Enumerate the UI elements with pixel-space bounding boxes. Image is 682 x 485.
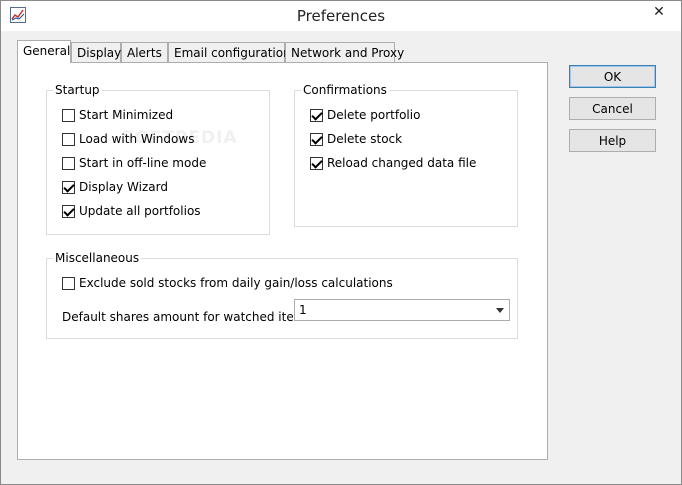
startup-group-label: Startup xyxy=(53,82,102,98)
miscellaneous-group-label: Miscellaneous xyxy=(53,250,142,266)
close-button[interactable]: ✕ xyxy=(641,1,677,23)
checkbox-box[interactable] xyxy=(62,156,75,170)
default-shares-label: Default shares amount for watched items: xyxy=(62,310,316,324)
checkbox-box[interactable] xyxy=(310,108,323,122)
checkbox-label: Start Minimized xyxy=(79,108,174,122)
general-tab-panel: Startup Start Minimized Load with Window… xyxy=(17,62,548,460)
update-all-portfolios-checkbox[interactable]: Update all portfolios xyxy=(62,203,201,219)
tab-email-configuration[interactable]: Email configuration xyxy=(168,42,291,62)
checkbox-label: Update all portfolios xyxy=(79,204,201,218)
tab-label: Alerts xyxy=(127,46,162,60)
confirmations-group-label: Confirmations xyxy=(301,82,389,98)
checkbox-box[interactable] xyxy=(62,108,75,122)
startup-group: Startup Start Minimized Load with Window… xyxy=(46,82,270,235)
checkbox-box[interactable] xyxy=(62,204,75,218)
miscellaneous-group: Miscellaneous Exclude sold stocks from d… xyxy=(46,250,518,339)
exclude-sold-stocks-checkbox[interactable]: Exclude sold stocks from daily gain/loss… xyxy=(62,275,393,291)
checkbox-label: Exclude sold stocks from daily gain/loss… xyxy=(79,276,393,290)
tab-label: Display xyxy=(77,46,122,60)
checkbox-label: Display Wizard xyxy=(79,180,168,194)
checkbox-label: Reload changed data file xyxy=(327,156,477,170)
help-button[interactable]: Help xyxy=(569,129,656,152)
checkbox-label: Start in off-line mode xyxy=(79,156,207,170)
checkbox-box[interactable] xyxy=(62,276,75,290)
delete-stock-checkbox[interactable]: Delete stock xyxy=(310,131,402,147)
default-shares-dropdown[interactable]: 1 xyxy=(294,299,510,321)
checkbox-label: Delete stock xyxy=(327,132,403,146)
close-icon: ✕ xyxy=(653,4,665,20)
checkbox-box[interactable] xyxy=(310,156,323,170)
start-minimized-checkbox[interactable]: Start Minimized xyxy=(62,107,173,123)
start-offline-mode-checkbox[interactable]: Start in off-line mode xyxy=(62,155,206,171)
load-with-windows-checkbox[interactable]: Load with Windows xyxy=(62,131,194,147)
chevron-down-icon[interactable] xyxy=(496,308,504,313)
display-wizard-checkbox[interactable]: Display Wizard xyxy=(62,179,168,195)
tab-network-and-proxy[interactable]: Network and Proxy xyxy=(285,42,404,62)
reload-changed-data-file-checkbox[interactable]: Reload changed data file xyxy=(310,155,476,171)
tab-label: Network and Proxy xyxy=(291,46,405,60)
delete-portfolio-checkbox[interactable]: Delete portfolio xyxy=(310,107,420,123)
preferences-window: Preferences ✕ General Display Alerts Ema… xyxy=(0,0,682,485)
confirmations-group: Confirmations Delete portfolio Delete st… xyxy=(294,82,518,227)
checkbox-box[interactable] xyxy=(62,180,75,194)
cancel-button[interactable]: Cancel xyxy=(569,97,656,120)
tab-display[interactable]: Display xyxy=(71,42,121,62)
checkbox-box[interactable] xyxy=(62,132,75,146)
checkbox-label: Load with Windows xyxy=(79,132,195,146)
checkbox-box[interactable] xyxy=(310,132,323,146)
tab-alerts[interactable]: Alerts xyxy=(121,42,168,62)
ok-button[interactable]: OK xyxy=(569,65,656,88)
tab-label: Email configuration xyxy=(174,46,291,60)
tab-general[interactable]: General xyxy=(17,40,71,63)
checkbox-label: Delete portfolio xyxy=(327,108,421,122)
title-bar[interactable]: Preferences ✕ xyxy=(1,1,681,31)
dropdown-value: 1 xyxy=(299,303,307,317)
tab-label: General xyxy=(23,44,71,58)
window-title: Preferences xyxy=(296,7,386,25)
